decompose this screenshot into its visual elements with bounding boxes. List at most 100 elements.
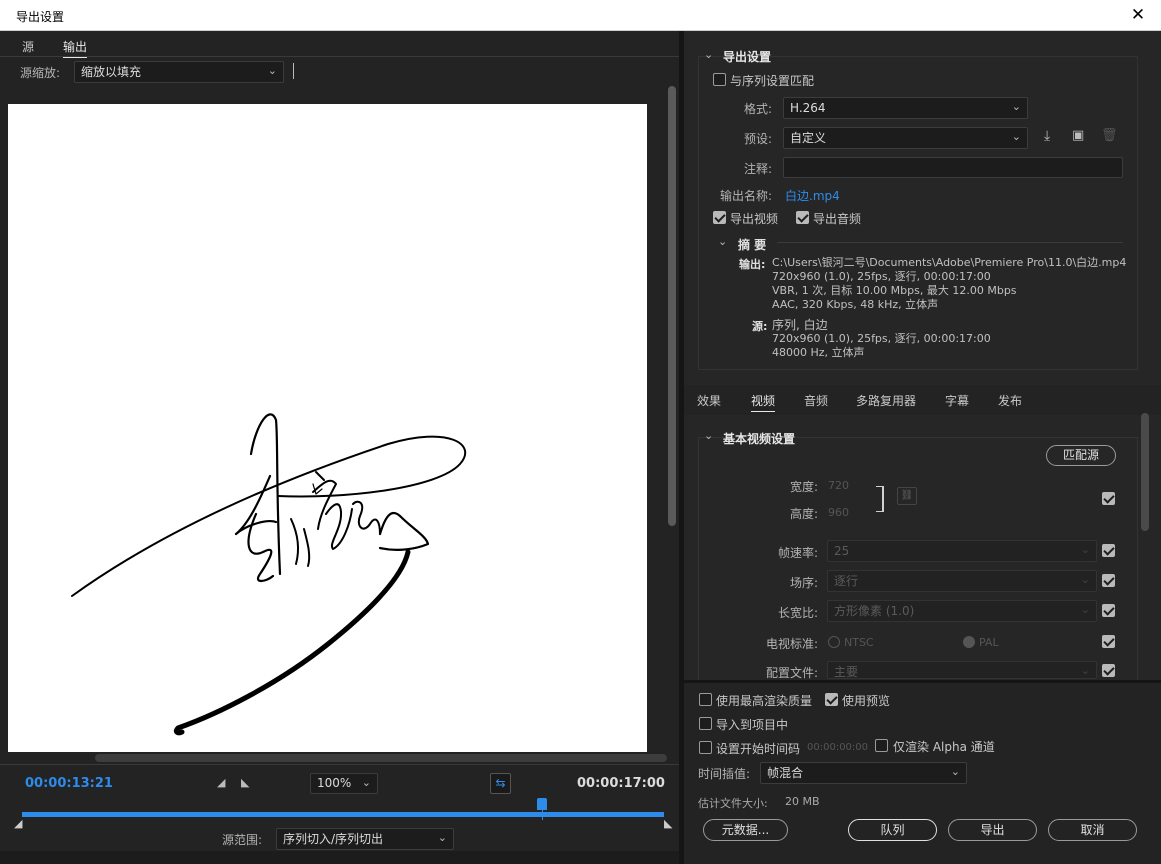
frame-rate-dropdown[interactable]: 25 ⌄ (827, 540, 1097, 562)
comments-field[interactable] (783, 157, 1123, 178)
tab-effects[interactable]: 效果 (697, 392, 721, 409)
preset-label: 预设: (743, 132, 772, 146)
tab-output[interactable]: 输出 (63, 38, 88, 58)
width-value[interactable]: 720 (828, 479, 849, 492)
import-project-label: 导入到项目中 (716, 718, 789, 732)
frame-rate-label: 帧速率: (777, 546, 818, 560)
collapse-chevron-icon[interactable]: ⌄ (704, 429, 713, 442)
chevron-down-icon: ⌄ (1011, 130, 1021, 143)
export-video-checkbox[interactable] (713, 211, 726, 224)
source-range-dropdown[interactable]: 序列切入/序列切出 ⌄ (276, 828, 454, 850)
title-bar: 导出设置 ✕ (0, 0, 1161, 31)
time-interp-dropdown[interactable]: 帧混合 ⌄ (760, 762, 967, 784)
tv-standard-checkbox[interactable] (1102, 635, 1115, 648)
frame-rate-value: 25 (834, 544, 850, 558)
field-order-label: 场序: (789, 576, 818, 590)
ntsc-radio[interactable] (828, 636, 840, 648)
summary-output-line: C:\Users\银河二号\Documents\Adobe\Premiere P… (772, 256, 1127, 269)
aspect-label: 长宽比: (777, 606, 818, 620)
current-timecode[interactable]: 00:00:13:21 (25, 776, 113, 791)
source-scale-label: 源缩放: (20, 66, 61, 80)
chevron-down-icon: ⌄ (1011, 100, 1021, 113)
profile-dropdown[interactable]: 主要 ⌄ (827, 661, 1097, 679)
chevron-down-icon: ⌄ (1080, 543, 1090, 556)
format-label: 格式: (743, 102, 772, 116)
source-scale-value: 缩放以填充 (81, 65, 142, 79)
aspect-checkbox[interactable] (1102, 604, 1115, 617)
import-preset-icon[interactable]: ▣ (1072, 128, 1084, 143)
height-value[interactable]: 960 (828, 506, 849, 519)
playhead-line (542, 810, 544, 820)
tab-video[interactable]: 视频 (751, 392, 776, 412)
cancel-button[interactable]: 取消 (1048, 819, 1137, 841)
delete-preset-icon[interactable]: 🗑 (1101, 128, 1118, 143)
chevron-down-icon: ⌄ (437, 831, 447, 844)
export-audio-checkbox[interactable] (796, 211, 809, 224)
divider (0, 56, 679, 57)
start-tc-value[interactable]: 00:00:00:00 (807, 742, 868, 753)
set-out-point-icon[interactable]: ◣ (241, 776, 249, 789)
summary-source-line: 48000 Hz, 立体声 (772, 346, 865, 359)
frame-rate-checkbox[interactable] (1102, 544, 1115, 557)
start-tc-checkbox[interactable] (699, 741, 712, 754)
export-button[interactable]: 导出 (948, 819, 1037, 841)
out-handle-icon[interactable]: ◣ (664, 817, 672, 830)
summary-source-line: 720x960 (1.0), 25fps, 逐行, 00:00:17:00 (772, 332, 991, 345)
settings-scrollbar[interactable] (1141, 413, 1149, 531)
summary-output-line: VBR, 1 次, 目标 10.00 Mbps, 最大 12.00 Mbps (772, 284, 1017, 297)
match-sequence-checkbox[interactable] (713, 73, 726, 86)
playhead[interactable] (537, 798, 548, 810)
use-previews-checkbox[interactable] (825, 693, 838, 706)
summary-source-label: 源: (752, 320, 768, 333)
pane-splitter[interactable] (679, 31, 684, 864)
preset-dropdown[interactable]: 自定义 ⌄ (783, 127, 1028, 149)
format-dropdown[interactable]: H.264 ⌄ (783, 97, 1028, 119)
output-name-link[interactable]: 白边.mp4 (785, 187, 840, 204)
save-preset-icon[interactable]: ⤓ (1044, 128, 1050, 144)
field-order-value: 逐行 (834, 574, 859, 588)
tab-multiplexer[interactable]: 多路复用器 (856, 392, 916, 409)
tab-audio[interactable]: 音频 (804, 392, 828, 409)
pal-label: PAL (979, 636, 999, 649)
vertical-scrollbar[interactable] (668, 86, 676, 526)
settings-pane: ⌄ 导出设置 与序列设置匹配 格式: H.264 ⌄ 预设: 自定义 ⌄ ⤓ ▣… (684, 31, 1161, 864)
aspect-toggle-icon[interactable]: ⇆ (490, 773, 511, 794)
import-project-checkbox[interactable] (699, 717, 712, 730)
time-interp-value: 帧混合 (767, 766, 804, 780)
match-source-button[interactable]: 匹配源 (1046, 445, 1116, 466)
max-render-checkbox[interactable] (699, 693, 712, 706)
set-in-point-icon[interactable]: ◢ (217, 776, 225, 789)
field-order-checkbox[interactable] (1102, 574, 1115, 587)
summary-output-label: 输出: (739, 258, 766, 271)
total-timecode: 00:00:17:00 (577, 776, 665, 791)
chevron-down-icon: ⌄ (361, 776, 371, 789)
summary-output-line: AAC, 320 Kbps, 48 kHz, 立体声 (772, 298, 939, 311)
chain-unlink-icon[interactable]: ⛓ (897, 487, 917, 505)
format-value: H.264 (790, 101, 826, 115)
start-tc-label: 设置开始时间码 (716, 742, 801, 756)
alpha-only-checkbox[interactable] (875, 739, 888, 752)
pal-radio[interactable] (963, 636, 975, 648)
divider (0, 764, 679, 765)
tab-source[interactable]: 源 (22, 38, 34, 55)
summary-chevron-icon[interactable]: ⌄ (718, 235, 727, 248)
field-order-dropdown[interactable]: 逐行 ⌄ (827, 570, 1097, 592)
profile-checkbox[interactable] (1102, 664, 1115, 677)
zoom-dropdown[interactable]: 100% ⌄ (310, 773, 378, 794)
source-scale-dropdown[interactable]: 缩放以填充 ⌄ (74, 61, 284, 83)
chevron-down-icon: ⌄ (267, 64, 277, 77)
aspect-dropdown[interactable]: 方形像素 (1.0) ⌄ (827, 600, 1097, 622)
output-name-label: 输出名称: (719, 189, 772, 203)
horizontal-scrollbar[interactable] (95, 754, 667, 762)
metadata-button[interactable]: 元数据... (703, 819, 788, 841)
tab-captions[interactable]: 字幕 (945, 392, 969, 409)
est-size-value: 20 MB (785, 795, 820, 808)
queue-button[interactable]: 队列 (848, 819, 937, 841)
close-icon[interactable]: ✕ (1126, 4, 1150, 26)
timeline-bar[interactable] (22, 812, 664, 817)
tv-standard-label: 电视标准: (765, 637, 818, 651)
tab-publish[interactable]: 发布 (998, 392, 1022, 409)
in-handle-icon[interactable]: ◢ (14, 817, 22, 830)
width-height-checkbox[interactable] (1102, 492, 1115, 505)
collapse-chevron-icon[interactable]: ⌄ (704, 48, 713, 61)
